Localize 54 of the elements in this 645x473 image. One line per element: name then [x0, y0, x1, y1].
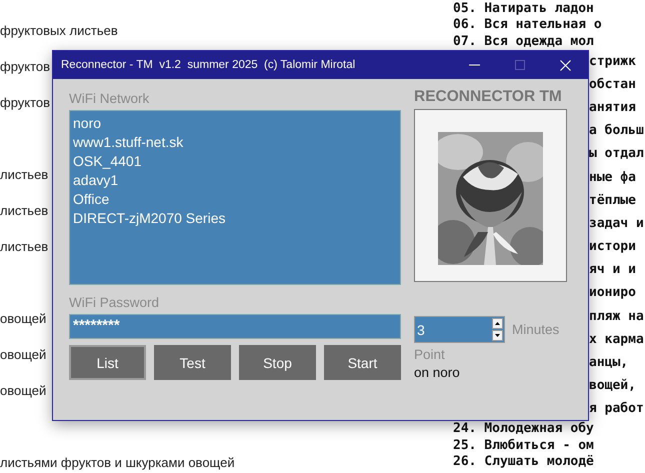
document-text: овощей — [0, 310, 46, 326]
password-field[interactable]: ******** — [69, 314, 401, 339]
document-text: овощей — [0, 346, 46, 362]
network-item[interactable]: Office — [73, 190, 397, 209]
document-text: истори — [589, 239, 636, 254]
minutes-spinbox[interactable]: 3 — [414, 316, 505, 343]
action-button[interactable]: List — [69, 345, 146, 380]
password-label: WiFi Password — [69, 295, 160, 310]
document-text: яч и и — [589, 262, 636, 278]
network-item[interactable]: OSK_4401 — [73, 152, 397, 171]
document-text: 05. Натирать ладон — [453, 0, 594, 16]
document-text: 24. Молодежная обу — [453, 421, 594, 436]
action-button[interactable]: Stop — [239, 345, 316, 380]
network-list[interactable]: noro www1.stuff-net.sk OSK_4401 adavy1 Office DIRECT-zjM2070 Series — [69, 110, 401, 285]
document-text: ы отдал — [589, 146, 644, 162]
network-item[interactable]: DIRECT-zjM2070 Series — [73, 209, 397, 228]
document-text: фруктов — [0, 58, 50, 74]
action-button[interactable]: Test — [154, 345, 231, 380]
action-button[interactable]: Start — [324, 345, 401, 380]
document-text: тёплые — [589, 192, 636, 208]
minimize-icon[interactable] — [469, 64, 480, 66]
document-text: обстан — [589, 76, 636, 92]
document-text: а больш — [589, 123, 644, 138]
point-value: on noro — [414, 365, 461, 380]
network-item[interactable]: www1.stuff-net.sk — [73, 133, 397, 152]
document-text: фруктовых листьев — [0, 22, 118, 38]
document-text: фруктов — [0, 94, 50, 110]
document-text: листьями фруктов и шкурками овощей — [0, 454, 235, 470]
document-text: листьев — [0, 166, 48, 182]
document-text: вощей, — [589, 378, 636, 394]
point-label: Point — [414, 347, 446, 362]
document-text: я работ — [589, 401, 644, 416]
document-text: стрижк — [589, 54, 636, 69]
document-text: 26. Слушать молодё — [453, 454, 594, 470]
document-text: 25. Влюбиться - ом — [453, 438, 594, 453]
document-text: ионирo — [589, 285, 636, 300]
document-text: х карма — [589, 332, 644, 347]
document-text: анцы, — [589, 355, 628, 370]
close-icon[interactable] — [560, 60, 571, 70]
brand-title: RECONNECTOR TM — [414, 88, 563, 106]
document-text: пляж на — [589, 308, 644, 324]
document-text: 06. Вся нательная о — [453, 17, 602, 32]
document-text: анятия — [589, 100, 636, 115]
document-text: задач и — [589, 216, 644, 231]
minutes-label: Minutes — [512, 322, 560, 337]
network-item[interactable]: noro — [73, 114, 397, 133]
document-text: овощей — [0, 382, 46, 398]
document-text: листьев — [0, 238, 48, 254]
document-text: ные фа — [589, 170, 636, 185]
network-item[interactable]: adavy1 — [73, 171, 397, 190]
document-text: листьев — [0, 202, 48, 218]
window-title: Reconnector - TM v1.2 summer 2025 (c) Talomir Mirotal — [61, 59, 356, 71]
document-text: 07. Вся одежда мол — [453, 34, 594, 49]
network-label: WiFi Network — [69, 91, 150, 106]
